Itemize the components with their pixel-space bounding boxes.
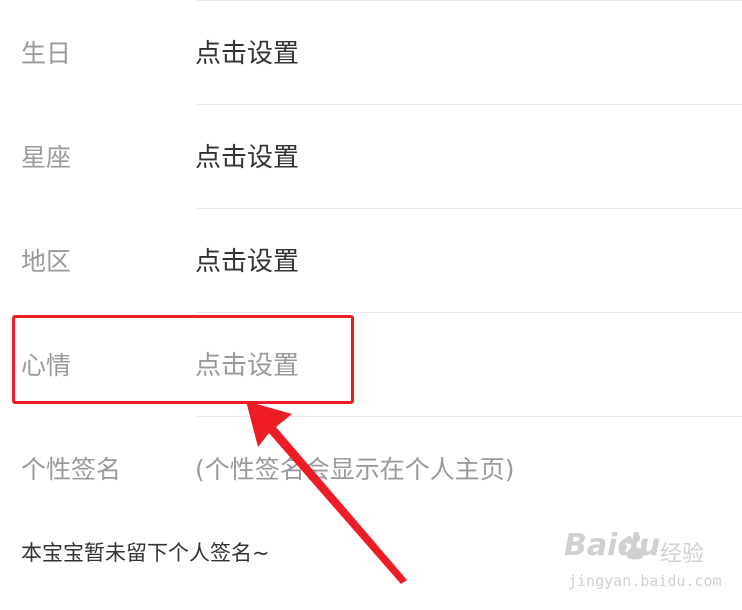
row-birthday[interactable]: 生日 点击设置 — [0, 2, 742, 106]
constellation-label: 星座 — [21, 143, 72, 172]
signature-label: 个性签名 — [21, 455, 122, 484]
divider-top — [195, 0, 742, 1]
watermark-url: jingyan.baidu.com — [568, 572, 722, 590]
signature-text: 本宝宝暂未留下个人签名~ — [21, 541, 270, 565]
birthday-label: 生日 — [21, 39, 72, 68]
divider-1 — [195, 104, 742, 105]
divider-3 — [195, 312, 742, 313]
row-constellation[interactable]: 星座 点击设置 — [0, 106, 742, 210]
divider-2 — [195, 208, 742, 209]
highlight-box — [12, 315, 354, 404]
region-label: 地区 — [21, 247, 72, 276]
divider-4 — [195, 416, 742, 417]
watermark-sub: 经验 — [660, 542, 705, 567]
baidu-watermark: Baidu 经验 jingyan.baidu.com — [560, 528, 730, 604]
constellation-value[interactable]: 点击设置 — [195, 106, 299, 210]
signature-input[interactable]: (个性签名会显示在个人主页) — [195, 418, 515, 522]
row-region[interactable]: 地区 点击设置 — [0, 210, 742, 314]
region-value[interactable]: 点击设置 — [195, 210, 299, 314]
paw-icon — [621, 534, 647, 560]
birthday-value[interactable]: 点击设置 — [195, 2, 299, 106]
row-signature[interactable]: 个性签名 (个性签名会显示在个人主页) — [0, 418, 742, 522]
